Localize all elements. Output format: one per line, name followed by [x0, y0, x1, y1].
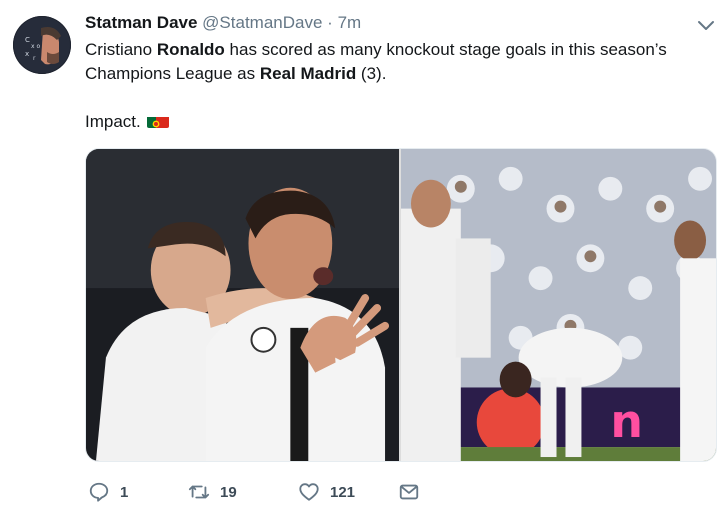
- retweet-count: 19: [220, 483, 237, 501]
- svg-text:n: n: [610, 395, 643, 448]
- author-name[interactable]: Statman Dave: [85, 13, 197, 32]
- bold-ronaldo: Ronaldo: [156, 40, 225, 59]
- envelope-icon: [399, 484, 419, 500]
- speech-bubble-icon: [89, 482, 109, 502]
- tweet-media[interactable]: n: [85, 148, 717, 462]
- retweet-button[interactable]: 19: [188, 481, 298, 503]
- reply-count: 1: [120, 483, 129, 501]
- like-button[interactable]: 121: [298, 481, 398, 503]
- retweet-arrows-icon: [188, 485, 210, 499]
- tweet-text-line2: Impact.: [85, 110, 705, 134]
- photo-celebration[interactable]: [86, 149, 399, 461]
- real-madrid-photo-image: n: [401, 149, 716, 461]
- tweet-text: Cristiano Ronaldo has scored as many kno…: [85, 38, 705, 134]
- separator: ·: [327, 13, 333, 32]
- tweet-text-line1: Cristiano Ronaldo has scored as many kno…: [85, 40, 667, 83]
- reply-button[interactable]: 1: [88, 481, 188, 503]
- photo-real-madrid[interactable]: n: [401, 149, 716, 461]
- svg-text:x o: x o: [31, 43, 40, 50]
- heart-icon: [299, 483, 319, 501]
- svg-text:x: x: [25, 50, 29, 58]
- like-count: 121: [330, 483, 356, 501]
- avatar[interactable]: C x o x r: [13, 16, 71, 74]
- timestamp[interactable]: 7m: [338, 13, 362, 32]
- author-handle[interactable]: @StatmanDave: [202, 13, 322, 32]
- celebration-photo-image: [86, 149, 399, 461]
- svg-text:C: C: [25, 36, 30, 44]
- chevron-down-icon[interactable]: [696, 18, 716, 32]
- tweet-actions: 1 19 121: [88, 479, 420, 505]
- tweet-header: Statman Dave @StatmanDave · 7m: [85, 12, 361, 34]
- bold-real-madrid: Real Madrid: [259, 64, 357, 83]
- avatar-image: C x o x r: [13, 16, 71, 74]
- portugal-flag-icon: [147, 114, 170, 128]
- direct-message-button[interactable]: [398, 481, 420, 503]
